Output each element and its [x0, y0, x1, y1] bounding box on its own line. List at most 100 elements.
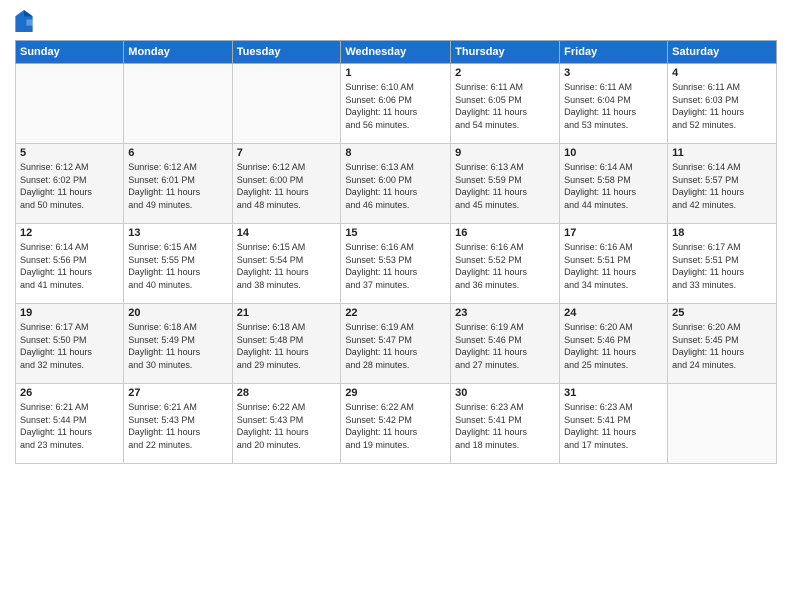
day-info: Sunrise: 6:11 AM Sunset: 6:05 PM Dayligh…: [455, 81, 555, 131]
day-number: 11: [672, 147, 772, 159]
calendar-cell: 16 Sunrise: 6:16 AM Sunset: 5:52 PM Dayli…: [451, 224, 560, 304]
day-info: Sunrise: 6:20 AM Sunset: 5:46 PM Dayligh…: [564, 321, 663, 371]
day-number: 7: [237, 147, 337, 159]
calendar-cell: 8Sunrise: 6:13 AM Sunset: 6:00 PM Daylig…: [341, 144, 451, 224]
calendar-cell: 19 Sunrise: 6:17 AM Sunset: 5:50 PM Dayli…: [16, 304, 124, 384]
day-number: 29: [345, 387, 446, 399]
day-number: 14: [237, 227, 337, 239]
calendar-cell: [232, 64, 341, 144]
calendar-cell: 14 Sunrise: 6:15 AM Sunset: 5:54 PM Dayli…: [232, 224, 341, 304]
weekday-header-cell: Monday: [124, 41, 232, 64]
day-info: Sunrise: 6:18 AM Sunset: 5:48 PM Dayligh…: [237, 321, 337, 371]
calendar-week-row: 1 Sunrise: 6:10 AM Sunset: 6:06 PM Daylig…: [16, 64, 777, 144]
calendar-cell: 9 Sunrise: 6:13 AM Sunset: 5:59 PM Daylig…: [451, 144, 560, 224]
calendar-cell: 31 Sunrise: 6:23 AM Sunset: 5:41 PM Dayli…: [560, 384, 668, 464]
logo-icon: [15, 10, 33, 32]
day-number: 31: [564, 387, 663, 399]
calendar-cell: 5Sunrise: 6:12 AM Sunset: 6:02 PM Daylig…: [16, 144, 124, 224]
day-info: Sunrise: 6:22 AM Sunset: 5:42 PM Dayligh…: [345, 401, 446, 451]
day-info: Sunrise: 6:17 AM Sunset: 5:50 PM Dayligh…: [20, 321, 119, 371]
day-number: 22: [345, 307, 446, 319]
day-number: 13: [128, 227, 227, 239]
day-info: Sunrise: 6:23 AM Sunset: 5:41 PM Dayligh…: [455, 401, 555, 451]
day-number: 1: [345, 67, 446, 79]
calendar-cell: [124, 64, 232, 144]
day-number: 17: [564, 227, 663, 239]
day-info: Sunrise: 6:13 AM Sunset: 6:00 PM Dayligh…: [345, 161, 446, 211]
calendar-cell: 17 Sunrise: 6:16 AM Sunset: 5:51 PM Dayli…: [560, 224, 668, 304]
weekday-header-cell: Friday: [560, 41, 668, 64]
day-number: 16: [455, 227, 555, 239]
day-info: Sunrise: 6:17 AM Sunset: 5:51 PM Dayligh…: [672, 241, 772, 291]
calendar-cell: 4 Sunrise: 6:11 AM Sunset: 6:03 PM Daylig…: [668, 64, 777, 144]
calendar-body: 1 Sunrise: 6:10 AM Sunset: 6:06 PM Daylig…: [16, 64, 777, 464]
calendar-cell: 28Sunrise: 6:22 AM Sunset: 5:43 PM Dayli…: [232, 384, 341, 464]
day-info: Sunrise: 6:14 AM Sunset: 5:57 PM Dayligh…: [672, 161, 772, 211]
calendar-cell: [668, 384, 777, 464]
calendar-cell: 25 Sunrise: 6:20 AM Sunset: 5:45 PM Dayli…: [668, 304, 777, 384]
day-info: Sunrise: 6:12 AM Sunset: 6:02 PM Dayligh…: [20, 161, 119, 211]
calendar-cell: 12Sunrise: 6:14 AM Sunset: 5:56 PM Dayli…: [16, 224, 124, 304]
day-info: Sunrise: 6:23 AM Sunset: 5:41 PM Dayligh…: [564, 401, 663, 451]
day-number: 27: [128, 387, 227, 399]
day-info: Sunrise: 6:11 AM Sunset: 6:03 PM Dayligh…: [672, 81, 772, 131]
day-info: Sunrise: 6:11 AM Sunset: 6:04 PM Dayligh…: [564, 81, 663, 131]
weekday-header-cell: Sunday: [16, 41, 124, 64]
calendar-cell: 6 Sunrise: 6:12 AM Sunset: 6:01 PM Daylig…: [124, 144, 232, 224]
day-number: 24: [564, 307, 663, 319]
weekday-header-cell: Saturday: [668, 41, 777, 64]
day-info: Sunrise: 6:16 AM Sunset: 5:53 PM Dayligh…: [345, 241, 446, 291]
calendar-cell: 29 Sunrise: 6:22 AM Sunset: 5:42 PM Dayli…: [341, 384, 451, 464]
day-number: 18: [672, 227, 772, 239]
day-number: 15: [345, 227, 446, 239]
weekday-header-cell: Wednesday: [341, 41, 451, 64]
calendar-cell: 22Sunrise: 6:19 AM Sunset: 5:47 PM Dayli…: [341, 304, 451, 384]
day-number: 25: [672, 307, 772, 319]
day-info: Sunrise: 6:16 AM Sunset: 5:51 PM Dayligh…: [564, 241, 663, 291]
logo: [15, 10, 35, 32]
day-number: 20: [128, 307, 227, 319]
page: SundayMondayTuesdayWednesdayThursdayFrid…: [0, 0, 792, 612]
calendar-cell: 30 Sunrise: 6:23 AM Sunset: 5:41 PM Dayli…: [451, 384, 560, 464]
weekday-header-cell: Tuesday: [232, 41, 341, 64]
calendar-week-row: 12Sunrise: 6:14 AM Sunset: 5:56 PM Dayli…: [16, 224, 777, 304]
calendar: SundayMondayTuesdayWednesdayThursdayFrid…: [15, 40, 777, 464]
day-number: 6: [128, 147, 227, 159]
calendar-cell: 10Sunrise: 6:14 AM Sunset: 5:58 PM Dayli…: [560, 144, 668, 224]
calendar-week-row: 5Sunrise: 6:12 AM Sunset: 6:02 PM Daylig…: [16, 144, 777, 224]
header: [15, 10, 777, 32]
calendar-cell: 21 Sunrise: 6:18 AM Sunset: 5:48 PM Dayli…: [232, 304, 341, 384]
day-info: Sunrise: 6:16 AM Sunset: 5:52 PM Dayligh…: [455, 241, 555, 291]
calendar-cell: 20 Sunrise: 6:18 AM Sunset: 5:49 PM Dayli…: [124, 304, 232, 384]
day-info: Sunrise: 6:22 AM Sunset: 5:43 PM Dayligh…: [237, 401, 337, 451]
day-number: 19: [20, 307, 119, 319]
day-info: Sunrise: 6:20 AM Sunset: 5:45 PM Dayligh…: [672, 321, 772, 371]
day-info: Sunrise: 6:18 AM Sunset: 5:49 PM Dayligh…: [128, 321, 227, 371]
day-info: Sunrise: 6:12 AM Sunset: 6:00 PM Dayligh…: [237, 161, 337, 211]
day-number: 26: [20, 387, 119, 399]
day-info: Sunrise: 6:15 AM Sunset: 5:55 PM Dayligh…: [128, 241, 227, 291]
day-number: 30: [455, 387, 555, 399]
day-info: Sunrise: 6:12 AM Sunset: 6:01 PM Dayligh…: [128, 161, 227, 211]
calendar-cell: 11 Sunrise: 6:14 AM Sunset: 5:57 PM Dayli…: [668, 144, 777, 224]
day-info: Sunrise: 6:21 AM Sunset: 5:43 PM Dayligh…: [128, 401, 227, 451]
day-number: 10: [564, 147, 663, 159]
day-info: Sunrise: 6:13 AM Sunset: 5:59 PM Dayligh…: [455, 161, 555, 211]
calendar-cell: 27 Sunrise: 6:21 AM Sunset: 5:43 PM Dayli…: [124, 384, 232, 464]
calendar-cell: 18 Sunrise: 6:17 AM Sunset: 5:51 PM Dayli…: [668, 224, 777, 304]
day-info: Sunrise: 6:10 AM Sunset: 6:06 PM Dayligh…: [345, 81, 446, 131]
day-number: 21: [237, 307, 337, 319]
day-info: Sunrise: 6:15 AM Sunset: 5:54 PM Dayligh…: [237, 241, 337, 291]
weekday-header-row: SundayMondayTuesdayWednesdayThursdayFrid…: [16, 41, 777, 64]
calendar-cell: 3Sunrise: 6:11 AM Sunset: 6:04 PM Daylig…: [560, 64, 668, 144]
calendar-cell: 7 Sunrise: 6:12 AM Sunset: 6:00 PM Daylig…: [232, 144, 341, 224]
day-number: 4: [672, 67, 772, 79]
calendar-cell: 2Sunrise: 6:11 AM Sunset: 6:05 PM Daylig…: [451, 64, 560, 144]
calendar-week-row: 19 Sunrise: 6:17 AM Sunset: 5:50 PM Dayli…: [16, 304, 777, 384]
calendar-cell: 15 Sunrise: 6:16 AM Sunset: 5:53 PM Dayli…: [341, 224, 451, 304]
day-number: 9: [455, 147, 555, 159]
calendar-cell: 1 Sunrise: 6:10 AM Sunset: 6:06 PM Daylig…: [341, 64, 451, 144]
day-info: Sunrise: 6:21 AM Sunset: 5:44 PM Dayligh…: [20, 401, 119, 451]
calendar-cell: 26 Sunrise: 6:21 AM Sunset: 5:44 PM Dayli…: [16, 384, 124, 464]
day-info: Sunrise: 6:19 AM Sunset: 5:46 PM Dayligh…: [455, 321, 555, 371]
